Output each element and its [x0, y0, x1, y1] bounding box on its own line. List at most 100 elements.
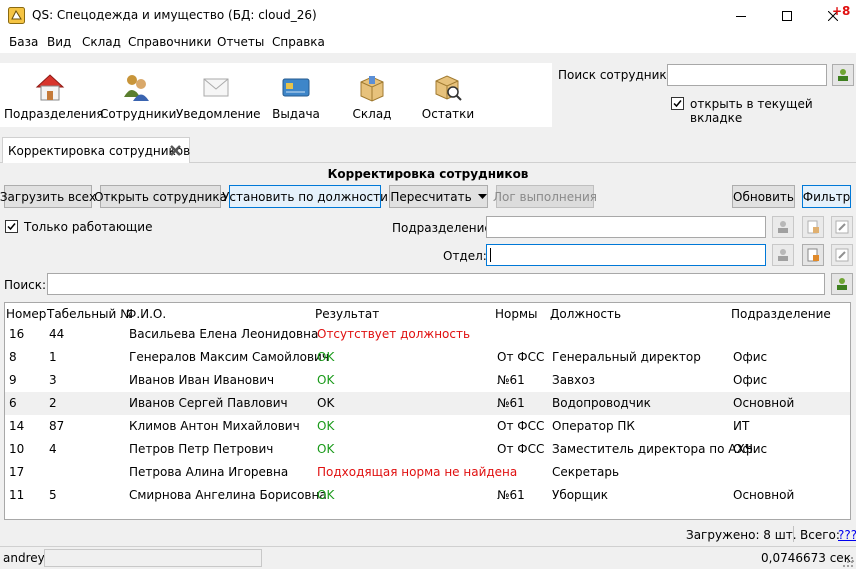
- subdivision-field[interactable]: [486, 216, 766, 238]
- menu-vid[interactable]: Вид: [47, 35, 71, 49]
- col-header-name[interactable]: Ф.И.О.: [126, 307, 166, 321]
- col-header-tab-number[interactable]: Табельный №: [47, 307, 133, 321]
- cell-number: 8: [9, 350, 17, 364]
- box-icon: [360, 76, 384, 102]
- cell-tab-number: 44: [49, 327, 65, 341]
- col-header-position[interactable]: Должность: [550, 307, 621, 321]
- table-row[interactable]: 6 2 Иванов Сергей Павлович OK №61 Водопроводч…: [5, 392, 850, 415]
- subdivision-select-button[interactable]: [772, 216, 794, 238]
- toolbar-stock-button[interactable]: Остатки: [418, 63, 478, 127]
- cell-name: Генералов Максим Самойлович: [129, 350, 329, 364]
- menu-baza[interactable]: База: [9, 35, 38, 49]
- checkmark-icon: [673, 100, 682, 108]
- table-row[interactable]: 16 44 Васильева Елена Леонидовна Отсутствуе…: [5, 323, 850, 346]
- tab-employee-correction[interactable]: Корректировка сотрудников: [2, 137, 190, 163]
- toolbar-employees-button[interactable]: Сотрудники: [100, 63, 176, 127]
- edit-icon: [835, 248, 849, 262]
- employee-search-input[interactable]: [667, 64, 827, 86]
- app-icon: [8, 7, 25, 24]
- subdivision-edit-button[interactable]: [831, 216, 853, 238]
- subdivision-open-button[interactable]: [802, 216, 824, 238]
- table-row[interactable]: 9 3 Иванов Иван Иванович OK №61 Завхоз Офис: [5, 369, 850, 392]
- person-search-icon: [837, 278, 847, 290]
- cell-tab-number: 3: [49, 373, 57, 387]
- col-header-norms[interactable]: Нормы: [495, 307, 538, 321]
- cell-norms: №61: [497, 396, 525, 410]
- menu-spravka[interactable]: Справка: [272, 35, 325, 49]
- person-search-icon: [838, 69, 848, 81]
- person-search-icon: [778, 249, 788, 261]
- open-in-tab-checkbox[interactable]: [671, 97, 684, 110]
- load-all-button[interactable]: Загрузить всех: [0, 185, 96, 208]
- menu-spravochniki[interactable]: Справочники: [128, 35, 211, 49]
- maximize-icon: [782, 10, 792, 21]
- cell-subdivision: Основной: [733, 488, 795, 502]
- toolbar-issue-button[interactable]: Выдача: [266, 63, 326, 127]
- cell-subdivision: ИТ: [733, 419, 750, 433]
- log-button[interactable]: Лог выполнения: [493, 185, 597, 208]
- card-icon: [282, 78, 310, 97]
- table-row[interactable]: 8 1 Генералов Максим Самойлович OK От ФСС Ген…: [5, 346, 850, 369]
- cell-number: 17: [9, 465, 25, 479]
- cell-tab-number: 87: [49, 419, 65, 433]
- cell-result: OK: [317, 419, 335, 433]
- refresh-button[interactable]: Обновить: [732, 185, 795, 208]
- total-label: Всего:: [800, 528, 840, 542]
- only-working-checkbox[interactable]: [5, 220, 18, 233]
- cell-position: Уборщик: [552, 488, 609, 502]
- cell-name: Васильева Елена Леонидовна: [129, 327, 319, 341]
- cell-number: 14: [9, 419, 25, 433]
- cell-subdivision: Офис: [733, 442, 768, 456]
- table-row[interactable]: 17 Петрова Алина Игоревна Подходящая норма…: [5, 461, 850, 484]
- set-by-position-button[interactable]: Установить по должности: [222, 185, 388, 208]
- recalculate-button[interactable]: Пересчитать: [389, 185, 488, 208]
- cell-number: 10: [9, 442, 25, 456]
- department-select-button[interactable]: [772, 244, 794, 266]
- minimize-icon: [736, 15, 746, 17]
- cell-subdivision: Офис: [733, 373, 768, 387]
- employee-search-label: Поиск сотрудника:: [558, 68, 679, 82]
- notification-badge[interactable]: +8: [832, 4, 850, 18]
- toolbar-notification-button[interactable]: Уведомление: [176, 63, 261, 127]
- total-link[interactable]: ???: [838, 528, 856, 542]
- table-row[interactable]: 10 4 Петров Петр Петрович OK От ФСС Заместите…: [5, 438, 850, 461]
- cell-norms: №61: [497, 488, 525, 502]
- resize-grip-icon[interactable]: [842, 556, 854, 568]
- department-field[interactable]: [486, 244, 766, 266]
- toolbar-warehouse-button[interactable]: Склад: [344, 63, 400, 127]
- status-message-field: [44, 549, 262, 567]
- cell-name: Петрова Алина Игоревна: [129, 465, 289, 479]
- cell-norms: От ФСС: [497, 442, 545, 456]
- search-button[interactable]: [831, 273, 853, 295]
- table-row[interactable]: 11 5 Смирнова Ангелина Борисовна OK №61 Уборщ…: [5, 484, 850, 507]
- maximize-button[interactable]: [764, 0, 810, 31]
- col-header-subdivision[interactable]: Подразделение: [731, 307, 831, 321]
- search-input[interactable]: [47, 273, 825, 295]
- employees-table: Номер Табельный № Ф.И.О. Результат Нормы…: [4, 302, 851, 520]
- minimize-button[interactable]: [718, 0, 764, 31]
- cell-number: 16: [9, 327, 25, 341]
- main-toolbar: Подразделения Сотрудники Уведомление Выд…: [0, 63, 552, 127]
- open-in-tab-label[interactable]: открыть в текущей вкладке: [690, 97, 856, 125]
- cell-position: Завхоз: [552, 373, 595, 387]
- department-edit-button[interactable]: [831, 244, 853, 266]
- menu-sklad[interactable]: Склад: [82, 35, 121, 49]
- cell-result: OK: [317, 350, 335, 364]
- cell-name: Смирнова Ангелина Борисовна: [129, 488, 327, 502]
- toolbar-subdivisions-button[interactable]: Подразделения: [4, 63, 104, 127]
- filter-button[interactable]: Фильтр: [802, 185, 851, 208]
- col-header-result[interactable]: Результат: [315, 307, 379, 321]
- col-header-number[interactable]: Номер: [6, 307, 46, 321]
- tab-close-icon[interactable]: [169, 144, 182, 157]
- open-employee-button[interactable]: Открыть сотрудника: [94, 185, 227, 208]
- cell-tab-number: 5: [49, 488, 57, 502]
- house-icon: [35, 74, 65, 101]
- cell-name: Климов Антон Михайлович: [129, 419, 300, 433]
- panel-title: Корректировка сотрудников: [327, 167, 529, 181]
- employee-search-button[interactable]: [832, 64, 854, 86]
- tab-label: Корректировка сотрудников: [8, 144, 191, 158]
- menu-otchety[interactable]: Отчеты: [217, 35, 264, 49]
- only-working-label[interactable]: Только работающие: [24, 220, 152, 234]
- table-row[interactable]: 14 87 Климов Антон Михайлович OK От ФСС Опера…: [5, 415, 850, 438]
- department-open-button[interactable]: [802, 244, 824, 266]
